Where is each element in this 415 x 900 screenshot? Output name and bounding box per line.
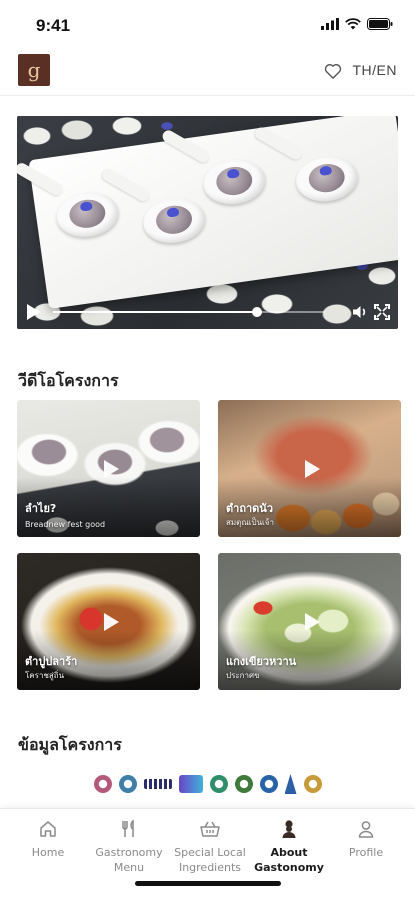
wifi-icon <box>345 18 361 30</box>
video-card[interactable]: ลำไย? Breadnew fest good <box>17 400 200 537</box>
seek-progress <box>53 311 257 313</box>
status-bar: 9:41 <box>0 0 415 48</box>
fullscreen-icon[interactable] <box>374 304 390 320</box>
cutlery-icon <box>122 819 134 837</box>
volume-icon[interactable] <box>352 304 368 320</box>
play-icon[interactable] <box>304 459 320 478</box>
nav-item-home[interactable]: Home <box>7 819 89 860</box>
status-time: 9:41 <box>36 16 71 35</box>
seek-handle[interactable] <box>252 307 262 317</box>
video-card-subtitle: โคราชสู่ถิ่น <box>25 671 65 680</box>
play-icon[interactable] <box>27 304 40 320</box>
video-card-subtitle: Breadnew fest good <box>25 520 106 529</box>
featured-video-player[interactable] <box>17 116 398 329</box>
partner-wordmark-icon <box>143 779 172 789</box>
video-card-subtitle: สมตุณเป็นเจ้า <box>226 518 274 527</box>
person-icon <box>358 821 374 838</box>
bottom-nav: Home Gastronomy Menu Special Local Ingre… <box>0 808 415 900</box>
video-card-title: ตำปูปลาร้า <box>25 655 78 668</box>
partner-seal-1-icon <box>93 775 112 793</box>
videos-section-title: วีดีโอโครงการ <box>18 371 119 390</box>
nav-item-profile[interactable]: Profile <box>325 819 407 860</box>
battery-icon <box>367 18 393 30</box>
nav-label-home: Home <box>31 846 65 859</box>
player-controls <box>17 295 398 329</box>
nav-label-special-ingredients: Special Local Ingredients <box>174 846 246 874</box>
favorite-heart-icon[interactable] <box>323 61 343 81</box>
nav-item-about-gastronomy[interactable]: About Gastonomy <box>248 819 330 875</box>
video-card[interactable]: ตำปูปลาร้า โคราชสู่ถิ่น <box>17 553 200 690</box>
video-card-subtitle: ประกาศข <box>226 671 260 680</box>
play-icon[interactable] <box>103 459 119 478</box>
video-card-title: ลำไย? <box>25 502 57 515</box>
app-logo[interactable]: g <box>18 54 50 86</box>
nav-label-profile: Profile <box>348 846 384 859</box>
nav-item-gastronomy-menu[interactable]: Gastronomy Menu <box>88 819 170 875</box>
partner-seal-2-icon <box>118 775 137 793</box>
video-card[interactable]: แกงเขียวหวาน ประกาศข <box>218 553 401 690</box>
app-header: g TH/EN <box>0 48 415 96</box>
status-icons <box>321 18 393 30</box>
home-indicator <box>135 881 281 886</box>
signal-icon <box>321 18 339 30</box>
info-section-title: ข้อมูลโครงการ <box>18 735 122 754</box>
seek-bar[interactable] <box>53 307 325 317</box>
partner-crest-icon <box>303 775 322 793</box>
chef-icon <box>282 820 296 838</box>
nav-label-gastronomy-menu: Gastronomy Menu <box>95 846 163 874</box>
partner-seal-3-icon <box>209 775 228 793</box>
partner-temple-icon <box>284 774 297 794</box>
logo-mark: g <box>27 58 41 82</box>
basket-icon <box>200 821 220 837</box>
home-icon <box>40 821 56 837</box>
partner-logos-row <box>0 770 415 798</box>
partner-seal-5-icon <box>259 775 278 793</box>
language-toggle[interactable]: TH/EN <box>353 62 398 78</box>
partner-seal-4-icon <box>234 775 253 793</box>
partner-m-logo-icon <box>178 775 203 793</box>
video-card-title: ตำถาดนัว <box>226 502 273 515</box>
video-card-title: แกงเขียวหวาน <box>226 655 297 668</box>
nav-item-special-ingredients[interactable]: Special Local Ingredients <box>169 819 251 875</box>
video-card[interactable]: ตำถาดนัว สมตุณเป็นเจ้า <box>218 400 401 537</box>
play-icon[interactable] <box>304 612 320 631</box>
nav-label-about-gastronomy: About Gastonomy <box>254 846 324 874</box>
play-icon[interactable] <box>103 612 119 631</box>
